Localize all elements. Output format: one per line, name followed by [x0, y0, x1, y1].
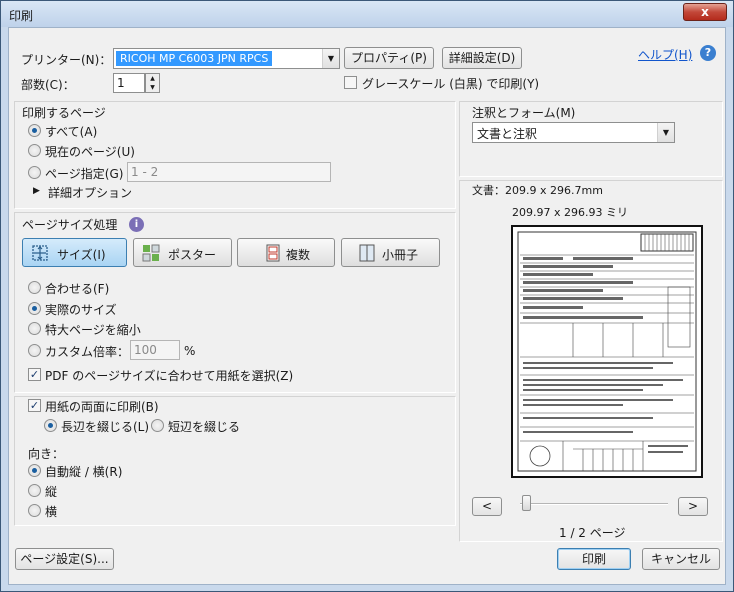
- percent-label: %: [184, 344, 196, 358]
- pages-all-radio[interactable]: [28, 124, 41, 137]
- booklet-icon: [359, 244, 375, 262]
- copies-input[interactable]: 1: [113, 73, 145, 93]
- short-edge-radio[interactable]: [151, 419, 164, 432]
- duplex-label: 用紙の両面に印刷(B): [45, 400, 159, 414]
- document-size-label: 文書：209.9 x 296.7mm: [472, 184, 603, 197]
- poster-button[interactable]: ポスター: [133, 238, 232, 267]
- choose-paper-checkbox[interactable]: ✓: [28, 368, 41, 381]
- dialog-body: プリンター(N)： RICOH MP C6003 JPN RPCS ▼ プロパテ…: [8, 27, 726, 585]
- printer-label: プリンター(N)：: [21, 53, 112, 67]
- page-indicator: 1 / 2 ページ: [559, 526, 626, 540]
- next-page-button[interactable]: >: [678, 497, 708, 516]
- actual-size-label: 実際のサイズ: [45, 303, 117, 317]
- window-title: 印刷: [9, 9, 34, 23]
- long-edge-label: 長辺を綴じる(L): [61, 420, 150, 434]
- size-button-label: サイズ(I): [57, 248, 106, 262]
- grayscale-label: グレースケール (白黒) で印刷(Y): [362, 77, 540, 91]
- orientation-heading: 向き：: [28, 447, 65, 461]
- printer-selected-value: RICOH MP C6003 JPN RPCS: [116, 51, 273, 66]
- fit-radio[interactable]: [28, 281, 41, 294]
- spin-up-icon[interactable]: ▲: [146, 74, 159, 83]
- page-slider-track[interactable]: [520, 503, 668, 505]
- orientation-portrait-radio[interactable]: [28, 484, 41, 497]
- short-edge-label: 短辺を綴じる: [168, 420, 241, 434]
- print-button[interactable]: 印刷: [557, 548, 631, 570]
- spin-down-icon[interactable]: ▼: [146, 83, 159, 92]
- pages-current-radio[interactable]: [28, 144, 41, 157]
- actual-size-radio[interactable]: [28, 302, 41, 315]
- previous-page-button[interactable]: <: [472, 497, 502, 516]
- booklet-button[interactable]: 小冊子: [341, 238, 440, 267]
- properties-button[interactable]: プロパティ(P): [344, 47, 434, 69]
- page-slider-thumb[interactable]: [522, 495, 531, 511]
- printer-select[interactable]: RICOH MP C6003 JPN RPCS ▼: [113, 48, 340, 69]
- custom-scale-radio[interactable]: [28, 344, 41, 357]
- grayscale-checkbox[interactable]: [344, 76, 357, 89]
- resize-icon: [32, 245, 48, 261]
- advanced-button[interactable]: 詳細設定(D): [442, 47, 522, 69]
- pages-all-label: すべて(A): [45, 125, 98, 139]
- multiple-button[interactable]: 複数: [237, 238, 335, 267]
- info-icon[interactable]: i: [129, 217, 144, 232]
- orientation-landscape-label: 横: [45, 505, 58, 519]
- pages-range-input[interactable]: 1 - 2: [127, 162, 331, 182]
- expand-triangle-icon[interactable]: ▶: [33, 186, 40, 196]
- shrink-radio[interactable]: [28, 322, 41, 335]
- page-size-label: 209.97 x 296.93 ミリ: [512, 206, 628, 219]
- page-preview: [511, 225, 703, 478]
- cancel-button[interactable]: キャンセル: [642, 548, 720, 570]
- orientation-auto-radio[interactable]: [28, 464, 41, 477]
- orientation-portrait-label: 縦: [45, 485, 58, 499]
- comments-heading: 注釈とフォーム(M): [472, 106, 576, 120]
- pages-range-radio[interactable]: [28, 166, 41, 179]
- title-bar: 印刷 x: [1, 1, 733, 27]
- poster-icon: [142, 244, 160, 262]
- long-edge-radio[interactable]: [44, 419, 57, 432]
- page-setup-button[interactable]: ページ設定(S)...: [15, 548, 114, 570]
- pages-current-label: 現在のページ(U): [45, 145, 135, 159]
- multiple-button-label: 複数: [286, 248, 311, 262]
- chevron-down-icon: ▼: [322, 49, 339, 68]
- orientation-landscape-radio[interactable]: [28, 504, 41, 517]
- multiple-pages-icon: [266, 244, 280, 262]
- comments-selected-value: 文書と注釈: [477, 127, 538, 141]
- copies-label: 部数(C)：: [21, 78, 75, 92]
- print-dialog: 印刷 x プリンター(N)： RICOH MP C6003 JPN RPCS ▼…: [0, 0, 734, 592]
- custom-scale-input[interactable]: 100: [130, 340, 180, 360]
- sizing-heading: ページサイズ処理: [22, 218, 118, 232]
- more-options-toggle[interactable]: 詳細オプション: [48, 184, 132, 201]
- duplex-checkbox[interactable]: ✓: [28, 399, 41, 412]
- custom-scale-label: カスタム倍率：: [45, 345, 130, 359]
- choose-paper-label: PDF のページサイズに合わせて用紙を選択(Z): [45, 369, 294, 383]
- form-document-thumbnail: [517, 231, 697, 472]
- poster-button-label: ポスター: [168, 248, 217, 262]
- shrink-label: 特大ページを縮小: [45, 323, 141, 337]
- help-icon[interactable]: ?: [700, 45, 716, 61]
- pages-range-label: ページ指定(G): [45, 167, 124, 181]
- size-button[interactable]: サイズ(I): [22, 238, 127, 267]
- copies-spinner[interactable]: ▲ ▼: [145, 73, 160, 93]
- booklet-button-label: 小冊子: [382, 248, 419, 262]
- fit-label: 合わせる(F): [45, 282, 110, 296]
- comments-select[interactable]: 文書と注釈 ▼: [472, 122, 675, 143]
- duplex-section: [14, 396, 456, 526]
- chevron-down-icon: ▼: [657, 123, 674, 142]
- pages-heading: 印刷するページ: [22, 106, 106, 120]
- help-link[interactable]: ヘルプ(H): [638, 46, 692, 63]
- close-button[interactable]: x: [683, 3, 727, 21]
- orientation-auto-label: 自動縦 / 横(R): [45, 465, 123, 479]
